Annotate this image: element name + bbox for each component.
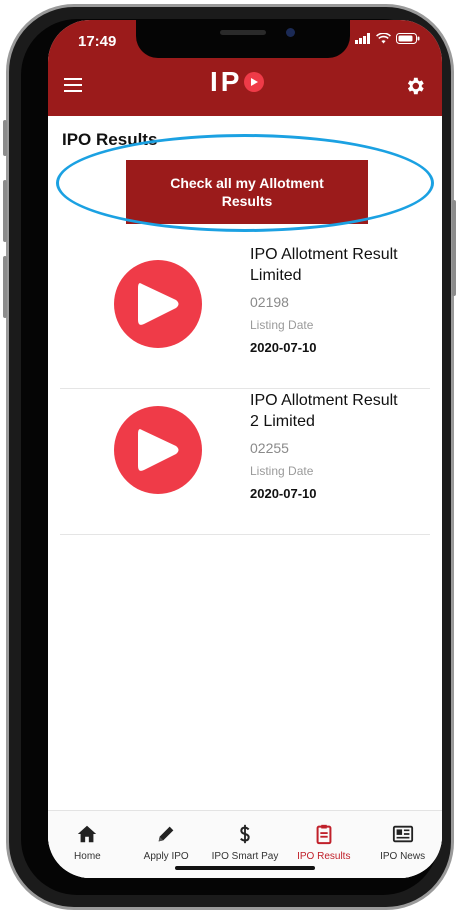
pencil-icon bbox=[158, 826, 174, 842]
home-icon bbox=[78, 825, 97, 843]
newspaper-icon bbox=[392, 825, 413, 843]
play-logo-icon bbox=[114, 406, 202, 494]
nav-label: Apply IPO bbox=[143, 851, 189, 862]
check-allotment-button[interactable]: Check all my Allotment Results bbox=[126, 160, 368, 224]
dollar-icon bbox=[240, 824, 250, 844]
nav-ipo-news[interactable]: IPO News bbox=[363, 811, 442, 878]
nav-home[interactable]: Home bbox=[48, 811, 127, 878]
wifi-icon bbox=[376, 33, 391, 44]
side-button bbox=[3, 180, 7, 242]
cta-label-line1: Check all my Allotment bbox=[170, 175, 324, 191]
front-camera bbox=[286, 28, 295, 37]
side-button bbox=[3, 120, 7, 156]
page-title: IPO Results bbox=[62, 130, 158, 149]
home-indicator bbox=[175, 866, 315, 870]
listing-date-label: Listing Date bbox=[250, 318, 314, 332]
side-button bbox=[452, 200, 456, 296]
result-card[interactable]: IPO Allotment Result Limited 02198 Listi… bbox=[60, 242, 430, 389]
play-logo-icon bbox=[114, 260, 202, 348]
gear-icon[interactable] bbox=[404, 75, 426, 97]
app-bar: IP bbox=[48, 58, 442, 116]
status-time: 17:49 bbox=[78, 33, 117, 50]
nav-label: Home bbox=[74, 851, 101, 862]
listing-date: 2020-07-10 bbox=[250, 486, 317, 501]
nav-label: IPO Smart Pay bbox=[211, 851, 279, 862]
play-logo-icon bbox=[244, 72, 265, 92]
status-icons bbox=[355, 33, 420, 44]
stock-code: 02198 bbox=[250, 294, 289, 310]
app-logo: IP bbox=[210, 66, 265, 98]
result-info: IPO Allotment Result 2 Limited 02255 Lis… bbox=[250, 390, 430, 501]
notch bbox=[136, 20, 350, 58]
app-screen: 17:49 IP IPO Results Check all my Allotm… bbox=[48, 20, 442, 878]
result-name-line1: IPO Allotment Result bbox=[250, 246, 398, 263]
speaker-grille bbox=[220, 30, 266, 35]
nav-label: IPO News bbox=[380, 851, 426, 862]
result-card[interactable]: IPO Allotment Result 2 Limited 02255 Lis… bbox=[60, 388, 430, 535]
results-page: IPO Results Check all my Allotment Resul… bbox=[48, 116, 442, 878]
logo-text: IP bbox=[210, 66, 243, 97]
result-info: IPO Allotment Result Limited 02198 Listi… bbox=[250, 244, 430, 355]
result-name-line2: 2 Limited bbox=[250, 413, 315, 430]
listing-date: 2020-07-10 bbox=[250, 340, 317, 355]
result-name-line1: IPO Allotment Result bbox=[250, 392, 398, 409]
result-name-line2: Limited bbox=[250, 267, 302, 284]
result-name: IPO Allotment Result Limited bbox=[250, 244, 430, 286]
clipboard-icon bbox=[316, 824, 332, 845]
stock-code: 02255 bbox=[250, 440, 289, 456]
side-button bbox=[3, 256, 7, 318]
cta-label-line2: Results bbox=[221, 193, 273, 209]
nav-label: IPO Results bbox=[297, 851, 351, 862]
hamburger-menu-icon[interactable] bbox=[64, 78, 82, 92]
listing-date-label: Listing Date bbox=[250, 464, 314, 478]
signal-icon bbox=[355, 33, 370, 44]
battery-icon bbox=[396, 33, 420, 44]
result-name: IPO Allotment Result 2 Limited bbox=[250, 390, 430, 432]
